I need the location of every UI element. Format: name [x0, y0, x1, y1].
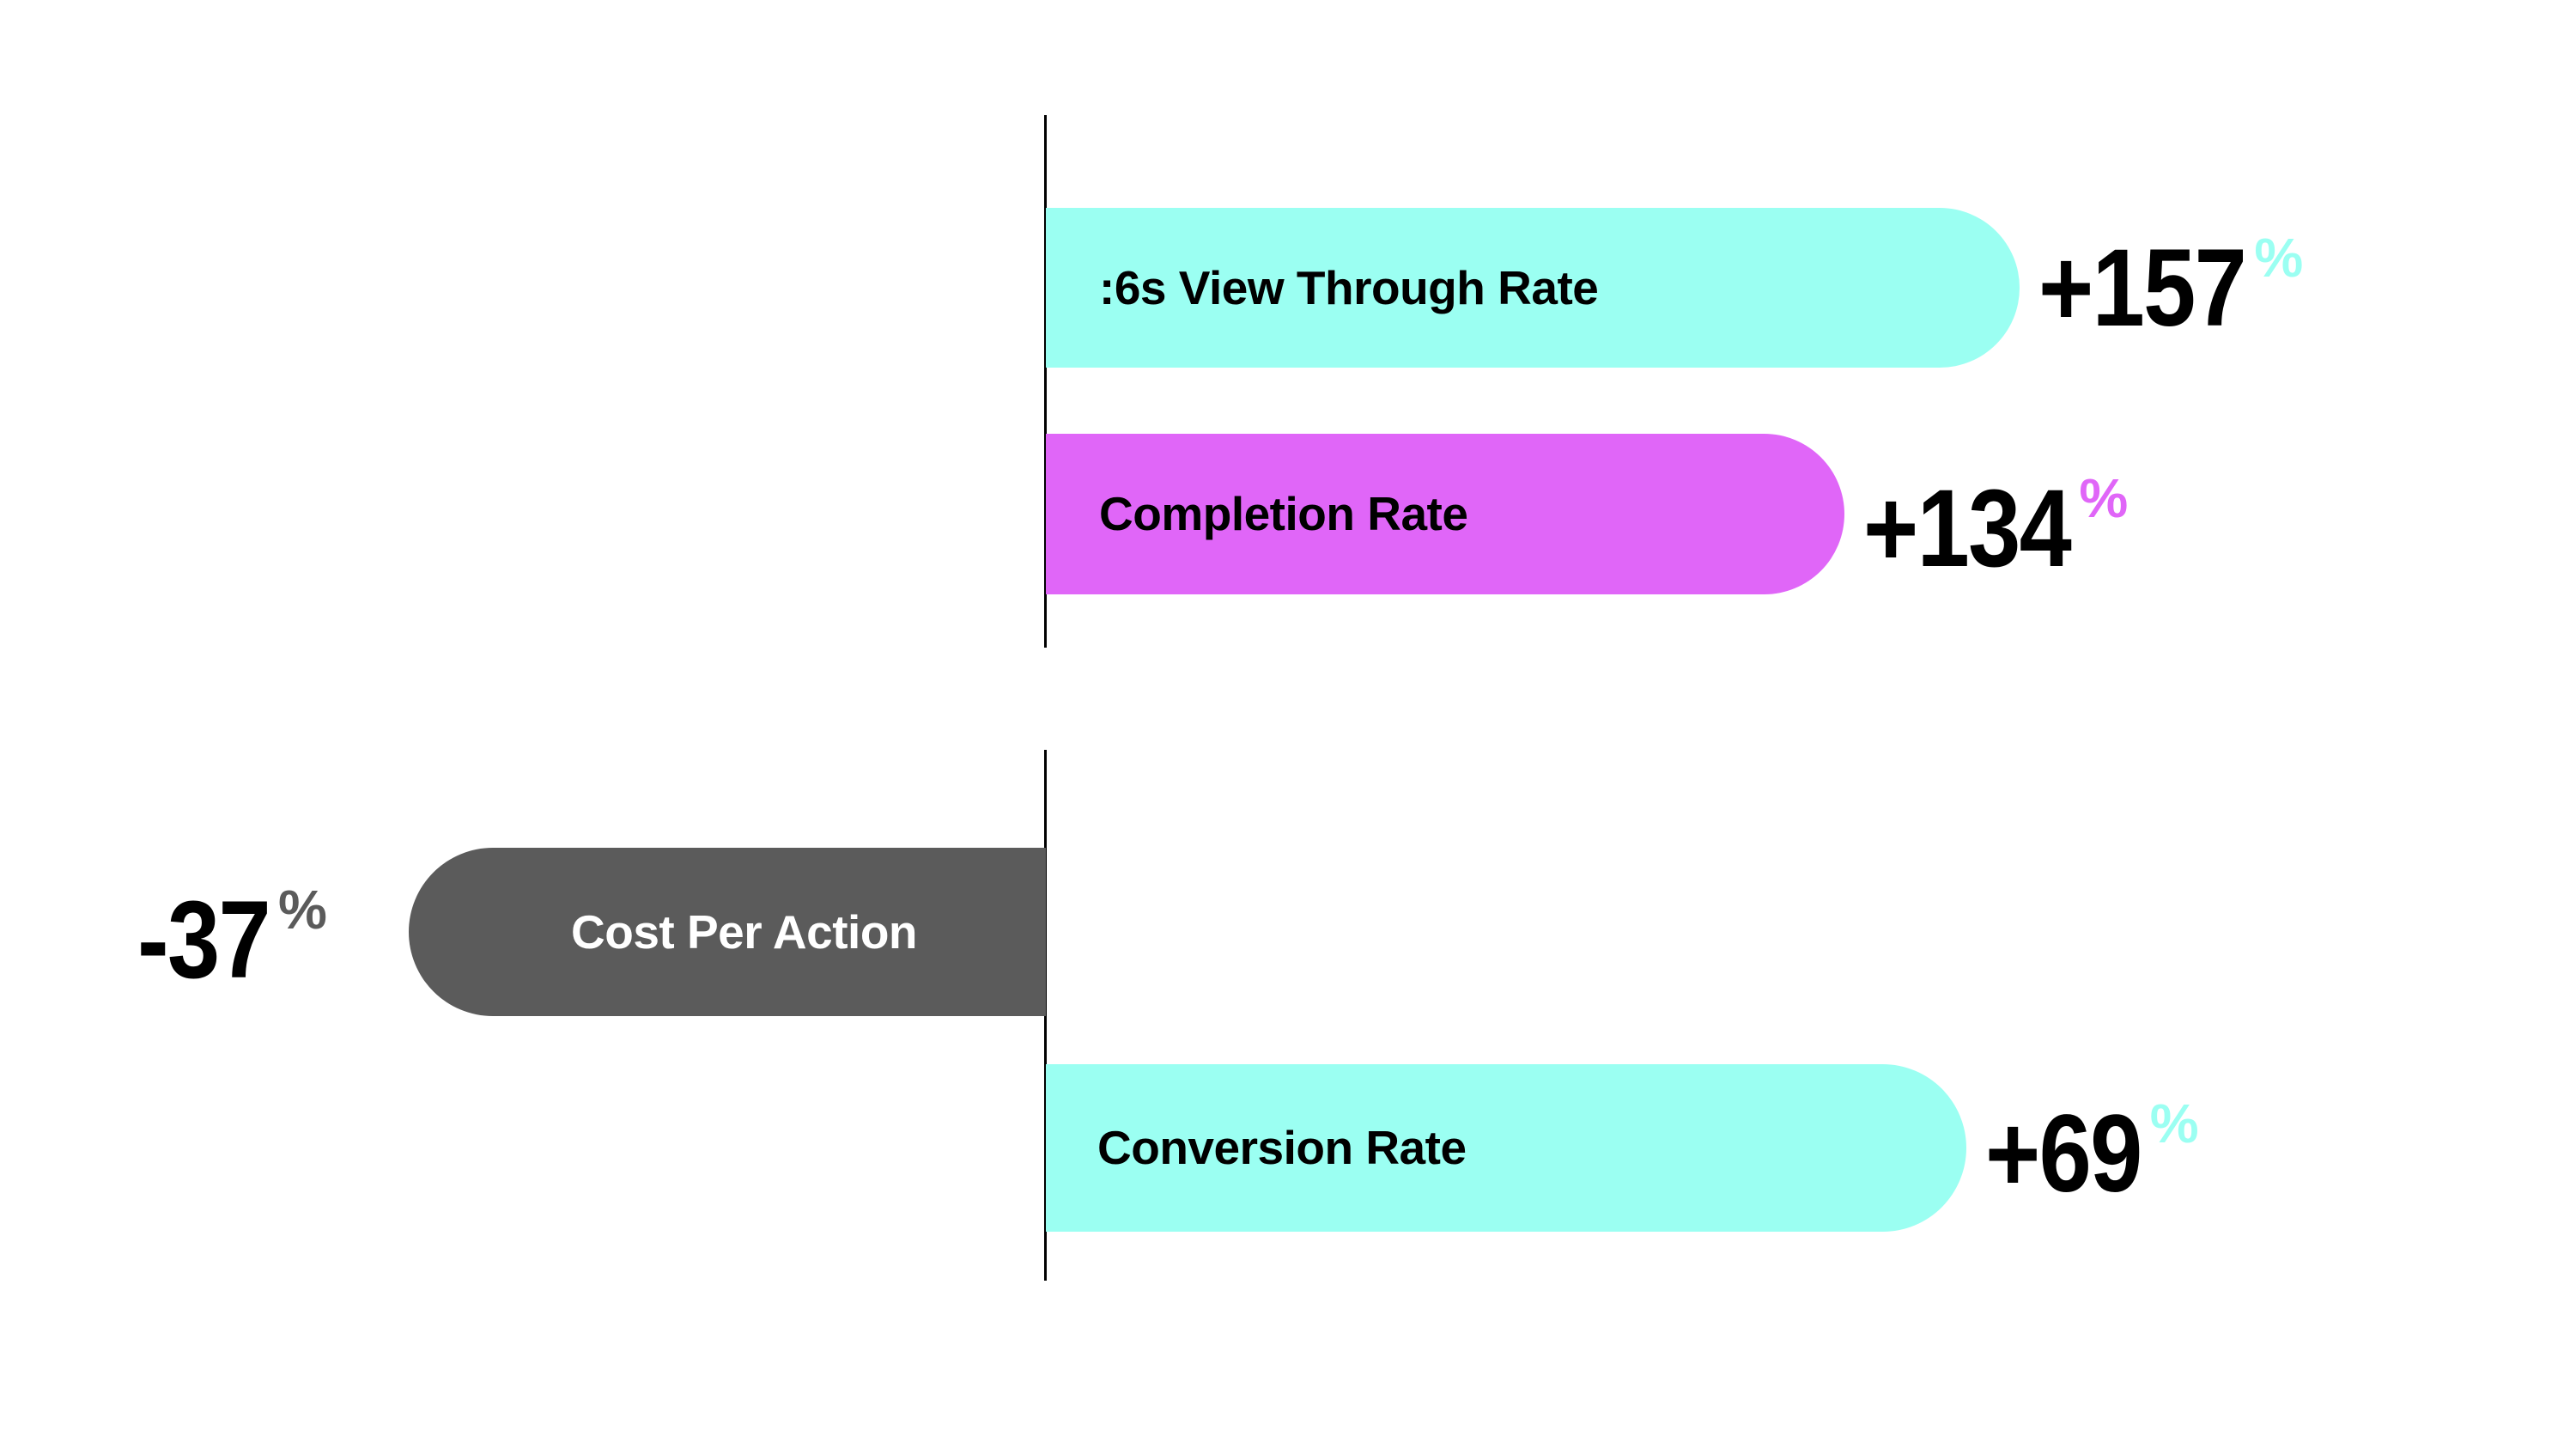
bar-label: Cost Per Action [571, 904, 918, 959]
percent-sign: % [2149, 1093, 2199, 1154]
bar-view-through-rate: :6s View Through Rate [1046, 208, 2020, 368]
bar-conversion-rate: Conversion Rate [1046, 1064, 1966, 1232]
percent-sign: % [2079, 467, 2129, 529]
value-number: +134 [1863, 467, 2072, 590]
value-label-completion-rate: +134 % [1863, 467, 2129, 590]
bar-label: :6s View Through Rate [1099, 260, 1599, 314]
percent-sign: % [2254, 227, 2304, 289]
bar-cost-per-action: Cost Per Action [409, 848, 1046, 1016]
value-number: +69 [1985, 1093, 2142, 1215]
diverging-bar-chart: :6s View Through Rate +157 % Completion … [0, 0, 2576, 1449]
percent-sign: % [277, 879, 327, 941]
value-number: +157 [2038, 227, 2247, 350]
value-number: -37 [137, 879, 271, 1002]
value-label-view-through-rate: +157 % [2038, 227, 2303, 350]
bar-completion-rate: Completion Rate [1046, 434, 1844, 594]
bar-label: Conversion Rate [1097, 1121, 1467, 1174]
value-label-conversion-rate: +69 % [1985, 1093, 2199, 1215]
bar-label: Completion Rate [1099, 487, 1468, 540]
value-label-cost-per-action: -37 % [137, 879, 327, 1002]
